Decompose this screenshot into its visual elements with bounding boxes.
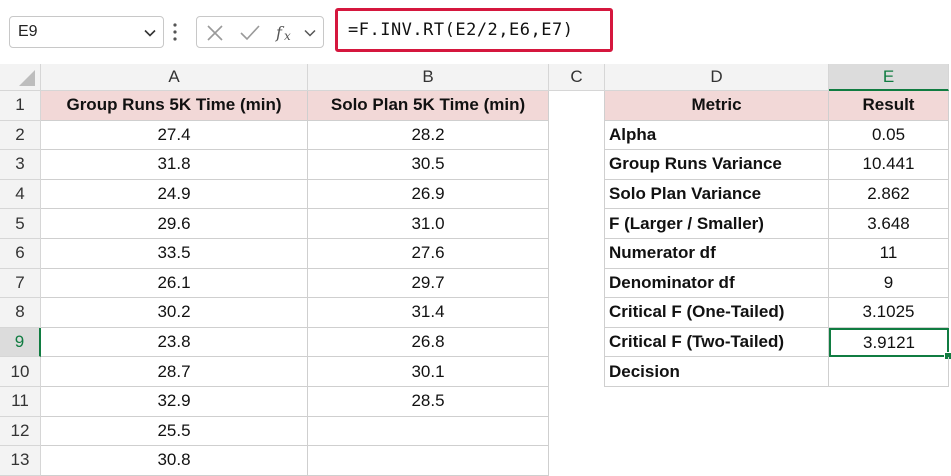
cell-d1-metric-header[interactable]: Metric bbox=[605, 91, 829, 121]
cell-c4[interactable] bbox=[549, 180, 605, 210]
formula-bar: E9 f x =F.INV.RT(E2/2,E6,E7) bbox=[0, 0, 951, 64]
column-header-a[interactable]: A bbox=[41, 64, 308, 91]
select-all-corner[interactable] bbox=[0, 64, 41, 91]
cell-b12[interactable] bbox=[308, 416, 549, 447]
insert-function-icon[interactable]: f x bbox=[275, 23, 297, 43]
cell-b8[interactable]: 31.4 bbox=[308, 298, 549, 328]
name-box[interactable]: E9 bbox=[9, 16, 164, 48]
row-header-10[interactable]: 10 bbox=[0, 357, 41, 387]
cell-e4[interactable]: 2.862 bbox=[829, 179, 949, 210]
more-options-icon[interactable] bbox=[172, 20, 178, 44]
cell-d12[interactable] bbox=[605, 417, 829, 447]
cell-c2[interactable] bbox=[549, 121, 605, 151]
cell-e6[interactable]: 11 bbox=[829, 239, 949, 269]
cell-e1-result-header[interactable]: Result bbox=[829, 91, 949, 121]
cell-d5[interactable]: F (Larger / Smaller) bbox=[605, 209, 829, 239]
column-header-c[interactable]: C bbox=[549, 64, 605, 91]
row-header-6[interactable]: 6 bbox=[0, 239, 41, 269]
cell-d8[interactable]: Critical F (One-Tailed) bbox=[605, 298, 829, 328]
expand-chevron-icon[interactable] bbox=[303, 26, 317, 40]
cell-a1-group-header[interactable]: Group Runs 5K Time (min) bbox=[41, 91, 308, 121]
cell-d2[interactable]: Alpha bbox=[605, 120, 829, 151]
row-header-3[interactable]: 3 bbox=[0, 150, 41, 180]
cell-b9[interactable]: 26.8 bbox=[308, 327, 549, 358]
cell-a10[interactable]: 28.7 bbox=[41, 357, 308, 387]
cell-c11[interactable] bbox=[549, 387, 605, 417]
cell-c13[interactable] bbox=[549, 446, 605, 476]
row-header-11[interactable]: 11 bbox=[0, 387, 41, 417]
cell-a8[interactable]: 30.2 bbox=[41, 298, 308, 328]
cell-a6[interactable]: 33.5 bbox=[41, 239, 308, 269]
row-header-2[interactable]: 2 bbox=[0, 120, 41, 151]
cell-b13[interactable] bbox=[308, 446, 549, 476]
cell-c10[interactable] bbox=[549, 357, 605, 387]
cell-b11[interactable]: 28.5 bbox=[308, 387, 549, 417]
formula-text: =F.INV.RT(E2/2,E6,E7) bbox=[348, 20, 574, 40]
cell-c5[interactable] bbox=[549, 209, 605, 239]
cell-c7[interactable] bbox=[549, 269, 605, 299]
cell-e5[interactable]: 3.648 bbox=[829, 209, 949, 239]
cancel-icon[interactable] bbox=[205, 23, 225, 43]
cell-a12[interactable]: 25.5 bbox=[41, 416, 308, 447]
cell-b2[interactable]: 28.2 bbox=[308, 120, 549, 151]
column-header-b[interactable]: B bbox=[308, 64, 549, 91]
row-header-8[interactable]: 8 bbox=[0, 298, 41, 328]
row-header-13[interactable]: 13 bbox=[0, 446, 41, 476]
cell-e2[interactable]: 0.05 bbox=[829, 120, 949, 151]
cell-c8[interactable] bbox=[549, 298, 605, 328]
cell-e3[interactable]: 10.441 bbox=[829, 150, 949, 180]
cell-b5[interactable]: 31.0 bbox=[308, 209, 549, 239]
cell-d13[interactable] bbox=[605, 446, 829, 476]
column-header-e[interactable]: E bbox=[829, 64, 949, 91]
cell-b4[interactable]: 26.9 bbox=[308, 179, 549, 210]
cell-a13[interactable]: 30.8 bbox=[41, 446, 308, 476]
cell-d10[interactable]: Decision bbox=[605, 357, 829, 387]
cell-b6[interactable]: 27.6 bbox=[308, 239, 549, 269]
name-box-value: E9 bbox=[18, 23, 38, 40]
cell-c3[interactable] bbox=[549, 150, 605, 180]
cell-a7[interactable]: 26.1 bbox=[41, 268, 308, 299]
row-header-4[interactable]: 4 bbox=[0, 179, 41, 210]
cell-a4[interactable]: 24.9 bbox=[41, 179, 308, 210]
cell-e9[interactable]: 3.9121 bbox=[829, 327, 949, 358]
cell-c12[interactable] bbox=[549, 417, 605, 447]
cell-c1[interactable] bbox=[549, 91, 605, 121]
cell-d9[interactable]: Critical F (Two-Tailed) bbox=[605, 327, 829, 358]
cell-a5[interactable]: 29.6 bbox=[41, 209, 308, 239]
cell-d6[interactable]: Numerator df bbox=[605, 239, 829, 269]
cell-a9[interactable]: 23.8 bbox=[41, 327, 308, 358]
cell-c6[interactable] bbox=[549, 239, 605, 269]
cell-d11[interactable] bbox=[605, 387, 829, 417]
chevron-down-icon[interactable] bbox=[143, 26, 157, 40]
cell-d3[interactable]: Group Runs Variance bbox=[605, 150, 829, 180]
cell-e10[interactable] bbox=[829, 357, 949, 387]
row-header-7[interactable]: 7 bbox=[0, 268, 41, 299]
formula-input[interactable]: =F.INV.RT(E2/2,E6,E7) bbox=[335, 8, 613, 52]
enter-icon[interactable] bbox=[239, 23, 261, 43]
svg-text:x: x bbox=[284, 29, 291, 43]
formula-actions: f x bbox=[196, 16, 324, 48]
column-header-d[interactable]: D bbox=[605, 64, 829, 91]
cell-a11[interactable]: 32.9 bbox=[41, 387, 308, 417]
cell-b3[interactable]: 30.5 bbox=[308, 150, 549, 180]
row-header-12[interactable]: 12 bbox=[0, 416, 41, 447]
cell-c9[interactable] bbox=[549, 328, 605, 358]
cell-b10[interactable]: 30.1 bbox=[308, 357, 549, 387]
cell-d4[interactable]: Solo Plan Variance bbox=[605, 179, 829, 210]
cell-b7[interactable]: 29.7 bbox=[308, 268, 549, 299]
cell-e7[interactable]: 9 bbox=[829, 268, 949, 299]
row-header-9[interactable]: 9 bbox=[0, 327, 41, 358]
row-header-1[interactable]: 1 bbox=[0, 91, 41, 121]
metrics-table-border bbox=[604, 91, 605, 387]
row-header-5[interactable]: 5 bbox=[0, 209, 41, 239]
cell-a2[interactable]: 27.4 bbox=[41, 120, 308, 151]
spreadsheet-grid: A B C D E 1 2 3 4 5 6 7 8 9 10 11 12 13 Group Runs 5K Time… bbox=[0, 64, 951, 476]
cell-b1-solo-header[interactable]: Solo Plan 5K Time (min) bbox=[308, 91, 549, 121]
cell-a3[interactable]: 31.8 bbox=[41, 150, 308, 180]
cell-d7[interactable]: Denominator df bbox=[605, 268, 829, 299]
cell-e8[interactable]: 3.1025 bbox=[829, 298, 949, 328]
select-all-icon bbox=[19, 70, 35, 86]
